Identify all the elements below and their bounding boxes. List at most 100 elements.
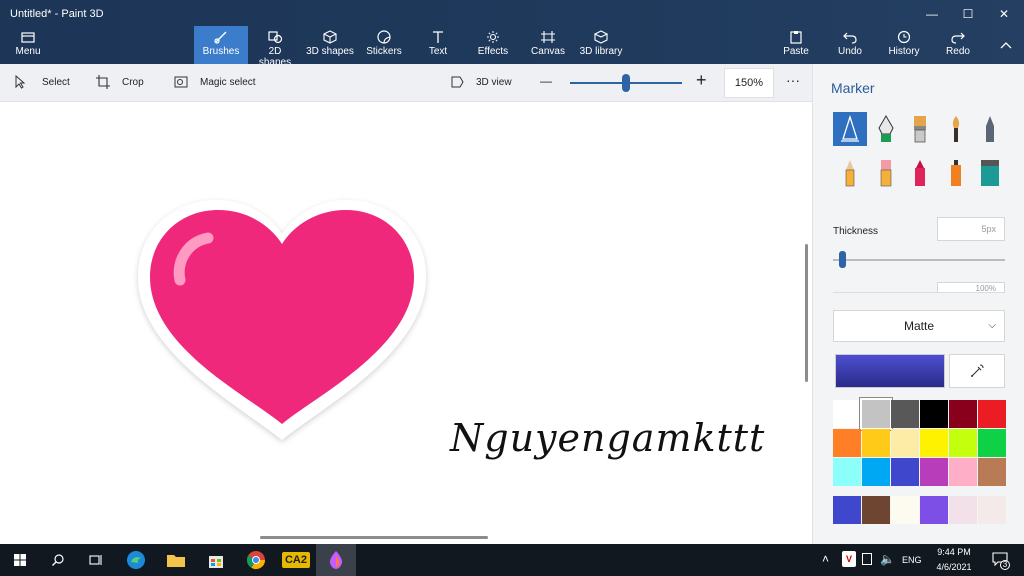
window-title: Untitled* - Paint 3D bbox=[10, 8, 104, 20]
tab-canvas[interactable]: Canvas bbox=[528, 26, 568, 64]
zoom-in-button[interactable]: + bbox=[696, 70, 707, 91]
volume-icon[interactable]: 🔈 bbox=[880, 552, 895, 566]
file-explorer-button[interactable] bbox=[156, 544, 196, 576]
brush-pencil[interactable] bbox=[833, 156, 867, 190]
palette-swatch[interactable] bbox=[949, 400, 977, 428]
eyedropper-button[interactable] bbox=[949, 354, 1005, 388]
palette-swatch[interactable] bbox=[833, 429, 861, 457]
tab-brushes[interactable]: Brushes bbox=[194, 26, 248, 64]
history-icon bbox=[897, 30, 911, 44]
maximize-button[interactable]: ☐ bbox=[950, 4, 986, 24]
edge-button[interactable] bbox=[116, 544, 156, 576]
battery-icon[interactable] bbox=[862, 553, 872, 565]
menu-button[interactable]: Menu bbox=[6, 26, 50, 64]
language-indicator[interactable]: ENG bbox=[902, 555, 922, 565]
start-button[interactable] bbox=[0, 544, 40, 576]
thickness-slider-track[interactable] bbox=[833, 259, 1005, 261]
finish-dropdown[interactable]: Matte ⌵ bbox=[833, 310, 1005, 342]
folder-icon bbox=[21, 32, 35, 43]
close-button[interactable]: ✕ bbox=[986, 4, 1022, 24]
custom-color-swatch[interactable] bbox=[862, 496, 890, 524]
brush-oil[interactable] bbox=[903, 112, 937, 146]
3d-view-button[interactable]: 3D view bbox=[450, 75, 512, 89]
paste-button[interactable]: Paste bbox=[778, 26, 814, 64]
drawing-canvas[interactable]: Nguyengamkttt bbox=[0, 102, 812, 544]
clock-time[interactable]: 9:44 PM bbox=[930, 547, 978, 557]
custom-color-swatch[interactable] bbox=[920, 496, 948, 524]
horizontal-scrollbar[interactable] bbox=[260, 536, 488, 539]
brush-watercolor[interactable] bbox=[939, 112, 973, 146]
custom-color-swatch[interactable] bbox=[949, 496, 977, 524]
tab-stickers[interactable]: Stickers bbox=[364, 26, 404, 64]
vertical-scrollbar[interactable] bbox=[805, 244, 808, 382]
history-button[interactable]: History bbox=[884, 26, 924, 64]
palette-swatch[interactable] bbox=[862, 429, 890, 457]
minimize-button[interactable]: — bbox=[914, 4, 950, 24]
palette-swatch[interactable] bbox=[920, 458, 948, 486]
tab-effects[interactable]: Effects bbox=[472, 26, 514, 64]
brush-eraser[interactable] bbox=[869, 156, 903, 190]
palette-swatch[interactable] bbox=[920, 400, 948, 428]
crayon-icon bbox=[915, 160, 925, 186]
thickness-slider-thumb[interactable] bbox=[839, 251, 846, 268]
antivirus-icon[interactable]: V bbox=[842, 551, 856, 567]
heart-sticker[interactable] bbox=[132, 192, 432, 452]
brush-marker[interactable] bbox=[833, 112, 867, 146]
chrome-button[interactable] bbox=[236, 544, 276, 576]
palette-swatch[interactable] bbox=[833, 400, 861, 428]
oil-brush-icon bbox=[914, 116, 926, 143]
tab-text[interactable]: Text bbox=[420, 26, 456, 64]
palette-swatch[interactable] bbox=[891, 458, 919, 486]
brush-crayon[interactable] bbox=[903, 156, 937, 190]
palette-swatch[interactable] bbox=[891, 400, 919, 428]
palette-swatch[interactable] bbox=[949, 429, 977, 457]
palette-swatch[interactable] bbox=[949, 458, 977, 486]
redo-button[interactable]: Redo bbox=[940, 26, 976, 64]
clock-date[interactable]: 4/6/2021 bbox=[930, 562, 978, 572]
brush-pixel-pen[interactable] bbox=[973, 112, 1007, 146]
search-button[interactable] bbox=[38, 544, 78, 576]
tab-2d-shapes[interactable]: 2D shapes bbox=[252, 26, 298, 68]
selected-color-swatch[interactable] bbox=[835, 354, 945, 388]
opacity-input[interactable]: 100% bbox=[937, 282, 1005, 292]
palette-swatch[interactable] bbox=[860, 398, 892, 430]
palette-swatch[interactable] bbox=[920, 429, 948, 457]
crop-icon bbox=[96, 75, 110, 89]
palette-swatch[interactable] bbox=[862, 458, 890, 486]
custom-color-swatch[interactable] bbox=[833, 496, 861, 524]
fill-bucket-icon bbox=[981, 160, 999, 186]
start-icon bbox=[14, 554, 26, 566]
palette-swatch[interactable] bbox=[978, 429, 1006, 457]
brush-icon bbox=[214, 31, 227, 44]
custom-color-swatch[interactable] bbox=[978, 496, 1006, 524]
palette-swatch[interactable] bbox=[891, 429, 919, 457]
custom-color-swatch[interactable] bbox=[891, 496, 919, 524]
notifications-button[interactable]: 3 bbox=[990, 552, 1010, 570]
ca2-button[interactable]: CA2 bbox=[276, 544, 316, 576]
handwritten-text[interactable]: Nguyengamkttt bbox=[450, 416, 765, 460]
chevron-up-icon[interactable]: ˄ bbox=[822, 552, 829, 566]
brush-calligraphy[interactable] bbox=[869, 112, 903, 146]
zoom-slider-thumb[interactable] bbox=[622, 74, 630, 92]
task-view-button[interactable] bbox=[76, 544, 116, 576]
store-button[interactable] bbox=[196, 544, 236, 576]
palette-swatch[interactable] bbox=[978, 400, 1006, 428]
paint-3d-button[interactable] bbox=[316, 544, 356, 576]
zoom-out-button[interactable]: — bbox=[540, 74, 552, 88]
more-options-button[interactable]: ··· bbox=[786, 72, 800, 88]
zoom-level[interactable]: 150% bbox=[724, 68, 774, 98]
undo-button[interactable]: Undo bbox=[832, 26, 868, 64]
tab-3d-library[interactable]: 3D library bbox=[578, 26, 624, 64]
select-button[interactable]: Select bbox=[14, 75, 70, 89]
3d-view-icon bbox=[451, 76, 464, 88]
brush-spray[interactable] bbox=[939, 156, 973, 190]
collapse-ribbon-button[interactable] bbox=[992, 26, 1020, 64]
crop-button[interactable]: Crop bbox=[96, 75, 144, 89]
palette-swatch[interactable] bbox=[978, 458, 1006, 486]
brush-fill[interactable] bbox=[973, 156, 1007, 190]
palette-swatch[interactable] bbox=[833, 458, 861, 486]
undo-icon bbox=[843, 32, 857, 44]
magic-select-button[interactable]: Magic select bbox=[174, 75, 256, 89]
thickness-input[interactable]: 5px bbox=[937, 217, 1005, 241]
tab-3d-shapes[interactable]: 3D shapes bbox=[306, 26, 354, 64]
